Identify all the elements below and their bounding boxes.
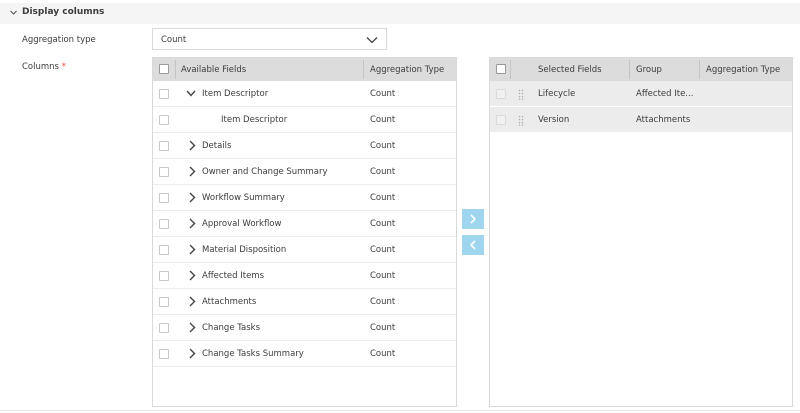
remove-field-button[interactable] bbox=[462, 235, 484, 255]
drag-handle-icon[interactable] bbox=[518, 89, 524, 100]
row-checkbox[interactable] bbox=[496, 89, 506, 99]
field-aggregation: Count bbox=[370, 193, 396, 203]
columns-label: Columns * bbox=[22, 62, 66, 72]
field-name: Owner and Change Summary bbox=[202, 167, 328, 177]
aggregation-type-column-header[interactable]: Aggregation Type bbox=[370, 65, 444, 75]
chevron-left-icon bbox=[469, 240, 476, 250]
table-row[interactable]: Details Count bbox=[153, 133, 456, 159]
chevron-right-icon[interactable] bbox=[187, 140, 197, 151]
table-row[interactable]: Approval Workflow Count bbox=[153, 211, 456, 237]
column-divider bbox=[629, 60, 630, 79]
chevron-right-icon[interactable] bbox=[187, 322, 197, 333]
chevron-right-icon[interactable] bbox=[187, 192, 197, 203]
selected-row[interactable]: Version Attachments bbox=[490, 107, 792, 133]
selected-fields-header: Selected Fields Group Aggregation Type bbox=[490, 58, 792, 81]
row-checkbox[interactable] bbox=[159, 297, 169, 307]
table-row[interactable]: Material Disposition Count bbox=[153, 237, 456, 263]
select-all-selected-checkbox[interactable] bbox=[496, 64, 506, 74]
aggregation-type-select[interactable]: Count bbox=[152, 28, 387, 50]
chevron-right-icon[interactable] bbox=[187, 348, 197, 359]
selected-aggregation-column-header[interactable]: Aggregation Type bbox=[706, 65, 780, 75]
row-checkbox[interactable] bbox=[159, 167, 169, 177]
columns-label-text: Columns bbox=[22, 62, 59, 72]
field-aggregation: Count bbox=[370, 167, 396, 177]
selected-fields-panel: Selected Fields Group Aggregation Type L… bbox=[489, 57, 793, 407]
section-title: Display columns bbox=[22, 7, 105, 17]
chevron-right-icon[interactable] bbox=[187, 218, 197, 229]
chevron-down-icon[interactable] bbox=[366, 36, 378, 44]
available-fields-header: Available Fields Aggregation Type bbox=[153, 58, 456, 81]
column-divider bbox=[510, 60, 511, 79]
row-checkbox[interactable] bbox=[159, 271, 169, 281]
selected-row[interactable]: Lifecycle Affected Ite... bbox=[490, 81, 792, 107]
chevron-down-icon[interactable] bbox=[9, 8, 18, 17]
drag-handle-icon[interactable] bbox=[518, 115, 524, 126]
row-checkbox[interactable] bbox=[159, 89, 169, 99]
chevron-right-icon[interactable] bbox=[187, 244, 197, 255]
field-aggregation: Count bbox=[370, 271, 396, 281]
row-checkbox[interactable] bbox=[159, 349, 169, 359]
available-fields-panel: Available Fields Aggregation Type Item D… bbox=[152, 57, 457, 407]
row-checkbox[interactable] bbox=[159, 193, 169, 203]
field-aggregation: Count bbox=[370, 245, 396, 255]
field-name: Change Tasks Summary bbox=[202, 349, 304, 359]
field-name: Attachments bbox=[202, 297, 257, 307]
field-aggregation: Count bbox=[370, 349, 396, 359]
chevron-right-icon bbox=[470, 214, 477, 224]
row-checkbox[interactable] bbox=[159, 115, 169, 125]
field-name: Details bbox=[202, 141, 232, 151]
field-name: Workflow Summary bbox=[202, 193, 285, 203]
table-row[interactable]: Item Descriptor Count bbox=[153, 81, 456, 107]
selected-field-group: Affected Ite... bbox=[636, 89, 694, 99]
field-name: Item Descriptor bbox=[221, 115, 288, 125]
group-column-header[interactable]: Group bbox=[636, 65, 662, 75]
field-aggregation: Count bbox=[370, 89, 396, 99]
required-asterisk: * bbox=[61, 62, 66, 72]
field-name: Change Tasks bbox=[202, 323, 261, 333]
column-divider bbox=[363, 60, 364, 79]
chevron-right-icon[interactable] bbox=[187, 166, 197, 177]
chevron-right-icon[interactable] bbox=[187, 270, 197, 281]
chevron-down-icon[interactable] bbox=[186, 88, 196, 99]
field-aggregation: Count bbox=[370, 115, 396, 125]
row-checkbox[interactable] bbox=[159, 245, 169, 255]
table-row[interactable]: Item Descriptor Count bbox=[153, 107, 456, 133]
row-checkbox[interactable] bbox=[159, 219, 169, 229]
field-name: Approval Workflow bbox=[202, 219, 282, 229]
table-row[interactable]: Attachments Count bbox=[153, 289, 456, 315]
table-row[interactable]: Change Tasks Summary Count bbox=[153, 341, 456, 367]
available-fields-column-header[interactable]: Available Fields bbox=[181, 65, 246, 75]
chevron-right-icon[interactable] bbox=[187, 296, 197, 307]
aggregation-type-value: Count bbox=[161, 35, 187, 45]
row-checkbox[interactable] bbox=[159, 141, 169, 151]
table-row[interactable]: Workflow Summary Count bbox=[153, 185, 456, 211]
field-name: Affected Items bbox=[202, 271, 265, 281]
field-aggregation: Count bbox=[370, 323, 396, 333]
field-name: Material Disposition bbox=[202, 245, 287, 255]
select-all-available-checkbox[interactable] bbox=[159, 64, 169, 74]
field-aggregation: Count bbox=[370, 219, 396, 229]
selected-field-name: Lifecycle bbox=[538, 89, 576, 99]
display-columns-section-header[interactable]: Display columns bbox=[0, 3, 800, 24]
selected-field-group: Attachments bbox=[636, 115, 691, 125]
table-row[interactable]: Owner and Change Summary Count bbox=[153, 159, 456, 185]
row-checkbox[interactable] bbox=[496, 115, 506, 125]
field-name: Item Descriptor bbox=[202, 89, 269, 99]
add-field-button[interactable] bbox=[462, 209, 484, 229]
column-divider bbox=[699, 60, 700, 79]
table-row[interactable]: Affected Items Count bbox=[153, 263, 456, 289]
aggregation-type-label: Aggregation type bbox=[22, 35, 96, 45]
row-checkbox[interactable] bbox=[159, 323, 169, 333]
table-row[interactable]: Change Tasks Count bbox=[153, 315, 456, 341]
field-aggregation: Count bbox=[370, 141, 396, 151]
column-divider bbox=[175, 60, 176, 79]
selected-fields-column-header[interactable]: Selected Fields bbox=[538, 65, 602, 75]
field-aggregation: Count bbox=[370, 297, 396, 307]
section-divider bbox=[0, 410, 800, 411]
selected-field-name: Version bbox=[538, 115, 570, 125]
